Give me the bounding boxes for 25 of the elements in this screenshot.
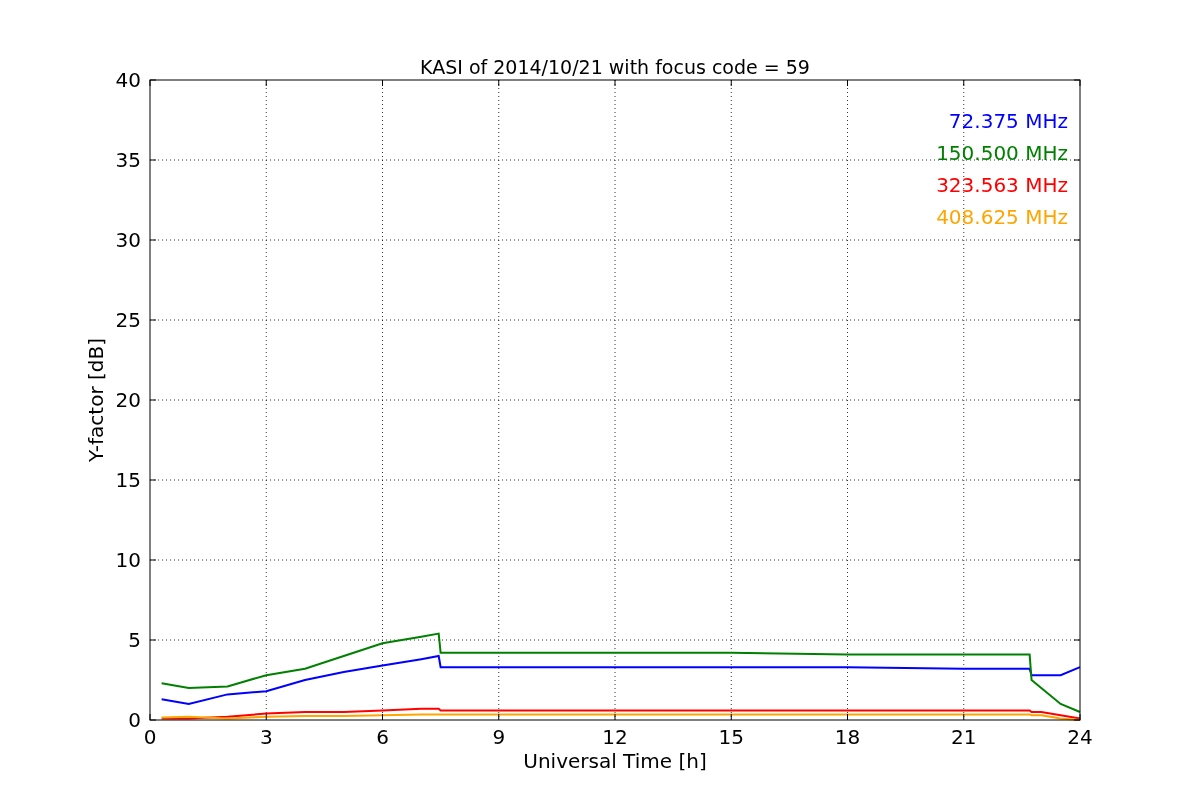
x-tick-label: 18 [834,725,861,749]
chart-title: KASI of 2014/10/21 with focus code = 59 [420,56,810,78]
x-tick-label: 3 [259,725,273,749]
x-tick-label: 24 [1067,725,1093,749]
x-tick-label: 12 [602,725,628,749]
y-tick-label: 5 [128,628,141,652]
x-tick-label: 0 [143,725,157,749]
y-axis-label: Y-factor [dB] [84,338,108,462]
legend-label: 323.563 MHz [936,173,1068,197]
y-tick-label: 30 [115,228,141,252]
x-tick-label: 9 [492,725,506,749]
x-tick-label: 6 [376,725,389,749]
y-tick-label: 40 [115,68,141,92]
legend-label: 408.625 MHz [936,205,1068,229]
x-tick-label: 21 [951,725,977,749]
legend-label: 150.500 MHz [936,141,1068,165]
y-tick-label: 15 [115,468,141,492]
y-tick-label: 0 [128,708,141,732]
y-tick-label: 35 [115,148,141,172]
y-tick-label: 10 [115,548,141,572]
x-axis-label: Universal Time [h] [523,749,707,773]
y-tick-label: 25 [115,308,141,332]
x-tick-label: 15 [718,725,744,749]
legend-label: 72.375 MHz [948,109,1068,133]
y-tick-label: 20 [115,388,141,412]
